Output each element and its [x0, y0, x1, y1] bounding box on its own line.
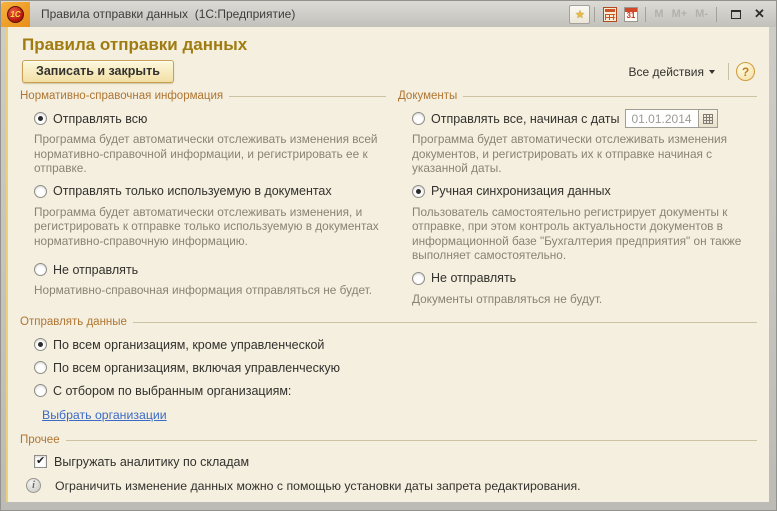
date-input[interactable]	[625, 109, 699, 128]
info-row: i Ограничить изменение данных можно с по…	[26, 478, 757, 493]
calculator-button[interactable]	[599, 5, 620, 24]
group-other-title: Прочее	[20, 433, 757, 447]
radio-icon	[34, 384, 47, 397]
option-description: Нормативно-справочная информация отправл…	[34, 283, 380, 298]
group-nsi: Нормативно-справочная информация Отправл…	[20, 89, 386, 306]
radio-icon	[34, 263, 47, 276]
close-icon	[754, 5, 765, 23]
option-description: Пользователь самостоятельно регистрирует…	[412, 205, 751, 263]
calendar-icon: 31	[624, 7, 638, 22]
checkbox-label: Выгружать аналитику по складам	[54, 455, 249, 469]
radio-icon	[34, 338, 47, 351]
radio-icon	[34, 361, 47, 374]
memory-m-plus-button: M+	[668, 8, 692, 20]
radio-icon	[412, 185, 425, 198]
all-actions-label: Все действия	[629, 65, 704, 79]
radio-option-nsi-none[interactable]: Не отправлять	[34, 262, 386, 277]
info-icon: i	[26, 478, 41, 493]
radio-label: Ручная синхронизация данных	[431, 184, 611, 198]
titlebar-separator	[716, 7, 717, 22]
save-and-close-button[interactable]: Записать и закрыть	[22, 60, 174, 83]
titlebar-buttons: 31 M M+ M-	[569, 5, 776, 24]
window-title: Правила отправки данных (1С:Предприятие)	[41, 7, 295, 21]
date-field	[625, 109, 718, 128]
app-logo: 1С	[7, 6, 24, 23]
radio-label: По всем организациям, кроме управленческ…	[53, 338, 324, 352]
titlebar-separator	[594, 7, 595, 22]
favorites-button[interactable]	[569, 5, 590, 24]
radio-option-orgs-selected[interactable]: С отбором по выбранным организациям:	[34, 383, 757, 398]
toolbar: Записать и закрыть Все действия ?	[22, 60, 755, 83]
radio-label: С отбором по выбранным организациям:	[53, 384, 291, 398]
all-actions-button[interactable]: Все действия	[623, 62, 721, 82]
radio-label: По всем организациям, включая управленче…	[53, 361, 340, 375]
group-send-data: Отправлять данные По всем организациям, …	[20, 315, 757, 424]
chevron-down-icon	[709, 70, 715, 74]
form-content: Правила отправки данных Записать и закры…	[6, 27, 769, 502]
calendar-grid-icon	[703, 114, 713, 124]
group-documents-title: Документы	[398, 89, 757, 103]
memory-m-minus-button: M-	[691, 8, 712, 20]
radio-option-docs-from-date[interactable]: Отправлять все, начиная с даты	[412, 111, 757, 126]
info-text: Ограничить изменение данных можно с помо…	[55, 479, 581, 493]
radio-option-docs-none[interactable]: Не отправлять	[412, 271, 757, 286]
radio-option-nsi-all[interactable]: Отправлять всю	[34, 111, 386, 126]
help-button[interactable]: ?	[736, 62, 755, 81]
radio-icon	[34, 112, 47, 125]
calculator-icon	[603, 7, 617, 22]
maximize-icon	[731, 10, 741, 19]
star-icon	[575, 5, 585, 23]
date-picker-button[interactable]	[699, 109, 718, 128]
group-other: Прочее Выгружать аналитику по складам i …	[20, 433, 757, 502]
toolbar-separator	[728, 63, 729, 80]
close-button[interactable]	[750, 5, 769, 23]
option-description: Программа будет автоматически отслеживат…	[412, 132, 751, 176]
calendar-day-label: 31	[625, 11, 637, 21]
radio-option-docs-manual[interactable]: Ручная синхронизация данных	[412, 184, 757, 199]
radio-label: Не отправлять	[431, 271, 516, 285]
group-send-data-title: Отправлять данные	[20, 315, 757, 329]
option-description: Документы отправляться не будут.	[412, 292, 751, 307]
radio-icon	[412, 112, 425, 125]
radio-label: Отправлять всю	[53, 112, 147, 126]
radio-icon	[412, 272, 425, 285]
choose-organizations-link[interactable]: Выбрать организации	[42, 408, 167, 422]
titlebar: 1С Правила отправки данных (1С:Предприят…	[1, 1, 776, 27]
calendar-button[interactable]: 31	[620, 5, 641, 24]
logo-corner: 1С	[1, 2, 30, 27]
maximize-button[interactable]	[726, 5, 745, 23]
checkbox-option-warehouse-analytics[interactable]: Выгружать аналитику по складам	[34, 454, 757, 469]
memory-m-button: M	[650, 8, 667, 20]
page-title: Правила отправки данных	[22, 35, 757, 55]
radio-icon	[34, 185, 47, 198]
radio-label: Отправлять все, начиная с даты	[431, 112, 619, 126]
radio-option-orgs-incl-mgmt[interactable]: По всем организациям, включая управленче…	[34, 360, 757, 375]
option-description: Программа будет автоматически отслеживат…	[34, 205, 380, 249]
group-documents: Документы Отправлять все, начиная с даты…	[398, 89, 757, 306]
option-description: Программа будет автоматически отслеживат…	[34, 132, 380, 176]
group-nsi-title: Нормативно-справочная информация	[20, 89, 386, 103]
radio-option-nsi-used[interactable]: Отправлять только используемую в докумен…	[34, 184, 386, 199]
radio-label: Не отправлять	[53, 263, 138, 277]
top-groups: Нормативно-справочная информация Отправл…	[20, 89, 757, 306]
checkbox-icon	[34, 455, 47, 468]
app-window: 1С Правила отправки данных (1С:Предприят…	[0, 0, 777, 511]
radio-label: Отправлять только используемую в докумен…	[53, 184, 332, 198]
radio-option-orgs-except-mgmt[interactable]: По всем организациям, кроме управленческ…	[34, 337, 757, 352]
titlebar-separator	[645, 7, 646, 22]
toolbar-right: Все действия ?	[623, 62, 755, 82]
